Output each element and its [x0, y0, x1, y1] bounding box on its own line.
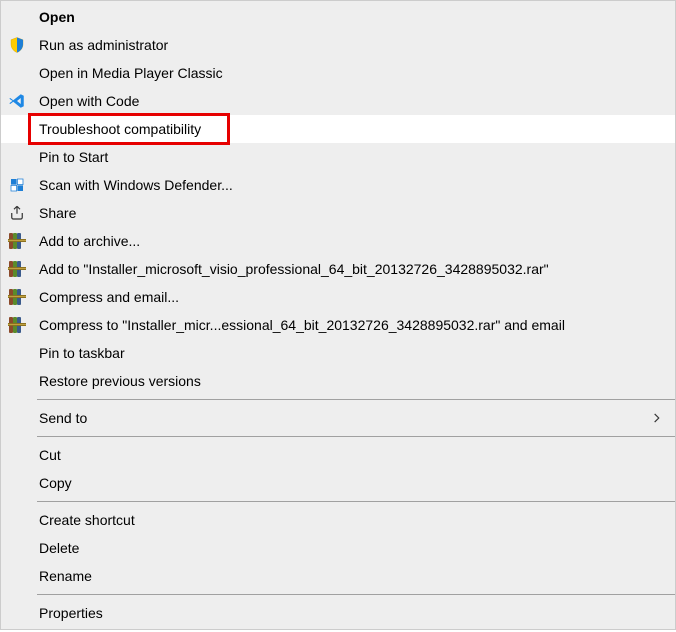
- menu-item-delete[interactable]: Delete: [1, 534, 675, 562]
- menu-item-share[interactable]: Share: [1, 199, 675, 227]
- menu-item-copy[interactable]: Copy: [1, 469, 675, 497]
- icon-slot: [1, 404, 33, 432]
- winrar-icon: [8, 260, 26, 278]
- menu-item-label: Pin to Start: [33, 149, 667, 165]
- icon-slot: [1, 59, 33, 87]
- icon-slot: [1, 31, 33, 59]
- menu-item-label: Scan with Windows Defender...: [33, 177, 667, 193]
- menu-item-label: Delete: [33, 540, 667, 556]
- defender-icon: [8, 176, 26, 194]
- chevron-right-icon: [650, 411, 664, 425]
- icon-slot: [1, 199, 33, 227]
- icon-slot: [1, 599, 33, 627]
- context-menu: Open Run as administrator Open in Media Pl…: [0, 0, 676, 630]
- menu-item-label: Troubleshoot compatibility: [33, 121, 667, 137]
- menu-item-troubleshoot-compatibility[interactable]: Troubleshoot compatibility: [1, 115, 675, 143]
- shield-icon: [8, 36, 26, 54]
- vscode-icon: [8, 92, 26, 110]
- menu-item-label: Restore previous versions: [33, 373, 667, 389]
- icon-slot: [1, 339, 33, 367]
- icon-slot: [1, 441, 33, 469]
- menu-item-label: Compress to "Installer_micr...essional_6…: [33, 317, 667, 333]
- menu-item-label: Open: [33, 9, 667, 25]
- icon-slot: [1, 311, 33, 339]
- menu-item-label: Add to archive...: [33, 233, 667, 249]
- icon-slot: [1, 534, 33, 562]
- menu-item-open[interactable]: Open: [1, 3, 675, 31]
- icon-slot: [1, 255, 33, 283]
- menu-item-label: Properties: [33, 605, 667, 621]
- icon-slot: [1, 87, 33, 115]
- icon-slot: [1, 227, 33, 255]
- menu-separator: [37, 399, 675, 400]
- menu-item-properties[interactable]: Properties: [1, 599, 675, 627]
- submenu-chevron: [647, 404, 667, 432]
- icon-slot: [1, 367, 33, 395]
- menu-item-compress-to-installer-micr-essional-64-b[interactable]: Compress to "Installer_micr...essional_6…: [1, 311, 675, 339]
- menu-item-add-to-archive[interactable]: Add to archive...: [1, 227, 675, 255]
- menu-item-restore-previous-versions[interactable]: Restore previous versions: [1, 367, 675, 395]
- menu-item-send-to[interactable]: Send to: [1, 404, 675, 432]
- icon-slot: [1, 506, 33, 534]
- menu-item-label: Compress and email...: [33, 289, 667, 305]
- winrar-icon: [8, 316, 26, 334]
- icon-slot: [1, 283, 33, 311]
- menu-item-open-in-media-player-classic[interactable]: Open in Media Player Classic: [1, 59, 675, 87]
- menu-item-label: Run as administrator: [33, 37, 667, 53]
- menu-item-create-shortcut[interactable]: Create shortcut: [1, 506, 675, 534]
- menu-item-label: Send to: [33, 410, 647, 426]
- menu-item-label: Pin to taskbar: [33, 345, 667, 361]
- menu-item-add-to-installer-microsoft-visio-profess[interactable]: Add to "Installer_microsoft_visio_profes…: [1, 255, 675, 283]
- icon-slot: [1, 171, 33, 199]
- menu-item-label: Open in Media Player Classic: [33, 65, 667, 81]
- menu-item-compress-and-email[interactable]: Compress and email...: [1, 283, 675, 311]
- icon-slot: [1, 3, 33, 31]
- menu-item-rename[interactable]: Rename: [1, 562, 675, 590]
- menu-item-label: Add to "Installer_microsoft_visio_profes…: [33, 261, 667, 277]
- icon-slot: [1, 143, 33, 171]
- icon-slot: [1, 469, 33, 497]
- menu-item-scan-with-windows-defender[interactable]: Scan with Windows Defender...: [1, 171, 675, 199]
- menu-item-label: Create shortcut: [33, 512, 667, 528]
- menu-item-pin-to-taskbar[interactable]: Pin to taskbar: [1, 339, 675, 367]
- menu-item-label: Rename: [33, 568, 667, 584]
- menu-item-label: Copy: [33, 475, 667, 491]
- menu-item-label: Share: [33, 205, 667, 221]
- menu-item-label: Open with Code: [33, 93, 667, 109]
- winrar-icon: [8, 232, 26, 250]
- menu-item-run-as-administrator[interactable]: Run as administrator: [1, 31, 675, 59]
- menu-item-label: Cut: [33, 447, 667, 463]
- winrar-icon: [8, 288, 26, 306]
- menu-separator: [37, 594, 675, 595]
- icon-slot: [1, 562, 33, 590]
- menu-separator: [37, 436, 675, 437]
- menu-item-pin-to-start[interactable]: Pin to Start: [1, 143, 675, 171]
- menu-item-open-with-code[interactable]: Open with Code: [1, 87, 675, 115]
- menu-item-cut[interactable]: Cut: [1, 441, 675, 469]
- share-icon: [8, 204, 26, 222]
- icon-slot: [1, 115, 33, 143]
- menu-separator: [37, 501, 675, 502]
